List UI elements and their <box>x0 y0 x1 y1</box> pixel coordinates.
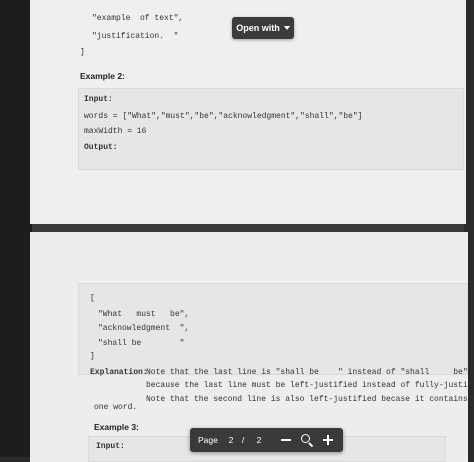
output-label: Output: <box>84 143 118 152</box>
code-line: [ <box>90 294 95 303</box>
plus-icon <box>323 435 333 445</box>
zoom-in-button[interactable] <box>320 428 336 452</box>
explanation-line: Note that the last line is "shall be " i… <box>146 368 473 377</box>
chevron-down-icon <box>283 26 290 30</box>
total-pages: 2 <box>256 435 262 445</box>
open-with-button[interactable]: Open with <box>232 17 294 39</box>
magnifier-icon <box>301 434 314 448</box>
code-line: "example of text", <box>92 14 184 23</box>
explanation-line: because the last line must be left-justi… <box>146 381 474 390</box>
words-line: words = ["What","must","be","acknowledgm… <box>84 112 363 121</box>
zoom-button[interactable] <box>298 428 316 452</box>
explanation-line: one word. <box>94 403 138 412</box>
code-line: ] <box>90 352 95 361</box>
input-label: Input: <box>84 95 113 104</box>
example-2-heading: Example 2: <box>80 71 125 81</box>
code-line: "acknowledgment ", <box>98 324 190 333</box>
example-3-heading: Example 3: <box>94 422 139 432</box>
code-line: "shall be " <box>98 339 185 348</box>
document-viewer: "example of text", "justification. " ] O… <box>0 0 474 462</box>
page-navigation-toolbar: Page 2 / 2 <box>190 428 343 452</box>
page-label: Page <box>198 435 218 445</box>
code-line: "What must be", <box>98 310 190 319</box>
code-line: "justification. " <box>92 32 179 41</box>
maxwidth-line: maxWidth = 16 <box>84 127 147 136</box>
left-gutter <box>0 0 32 457</box>
page-separator: / <box>241 435 245 445</box>
minus-icon <box>281 439 291 441</box>
explanation-label: Explanation: <box>90 368 148 377</box>
current-page-number[interactable]: 2 <box>226 428 236 452</box>
input-label: Input: <box>96 442 125 451</box>
explanation-line: Note that the second line is also left-j… <box>146 395 474 404</box>
zoom-out-button[interactable] <box>278 428 294 452</box>
code-line: ] <box>80 48 85 57</box>
open-with-label: Open with <box>236 23 280 33</box>
